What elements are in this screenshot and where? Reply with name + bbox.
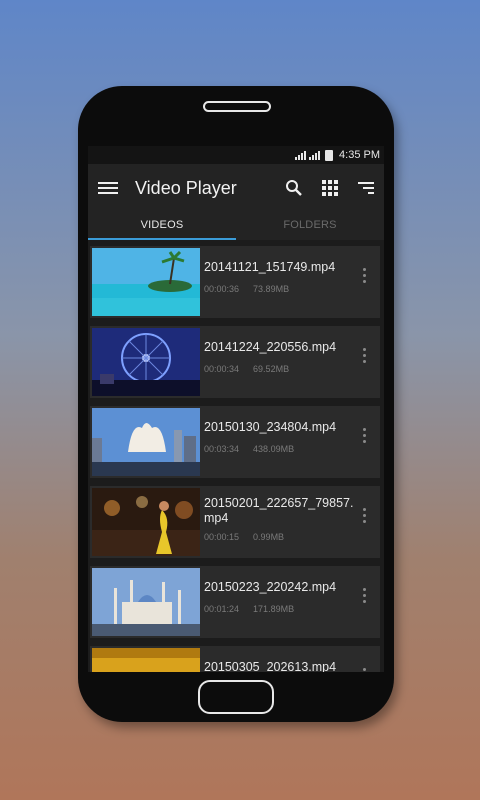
video-thumbnail [92, 568, 200, 636]
video-item[interactable]: 20141121_151749.mp4 00:00:36 73.89MB [90, 246, 380, 318]
video-size: 69.52MB [253, 364, 290, 374]
video-list: 20141121_151749.mp4 00:00:36 73.89MB 201… [88, 240, 384, 672]
menu-icon[interactable] [98, 182, 118, 194]
video-duration: 00:01:24 [204, 604, 240, 614]
video-filename: 20150223_220242.mp4 [204, 580, 337, 594]
page-title: Video Player [135, 177, 237, 198]
sort-icon[interactable] [356, 178, 376, 198]
phone-frame: 4:35 PM Video Player VIDEOS FOLDERS 2014… [78, 86, 394, 722]
video-thumbnail [92, 488, 200, 556]
phone-speaker [203, 101, 271, 112]
signal-icon [295, 150, 307, 160]
app-toolbar: Video Player [88, 164, 384, 212]
video-filename: 20150305_202613.mp4 [204, 660, 337, 672]
search-icon[interactable] [284, 178, 304, 198]
status-bar: 4:35 PM [88, 146, 384, 164]
video-duration: 00:00:34 [204, 364, 240, 374]
video-duration: 00:00:36 [204, 284, 240, 294]
video-item[interactable]: 20150223_220242.mp4 00:01:24 171.89MB [90, 566, 380, 638]
video-item[interactable]: 20150201_222657_79857.mp4 00:00:15 0.99MB [90, 486, 380, 558]
more-options-icon[interactable] [363, 428, 366, 443]
tab-folders[interactable]: FOLDERS [236, 212, 384, 240]
video-size: 171.89MB [253, 604, 295, 614]
app-screen: 4:35 PM Video Player VIDEOS FOLDERS 2014… [88, 146, 384, 672]
video-thumbnail [92, 248, 200, 316]
video-size: 73.89MB [253, 284, 290, 294]
video-filename: 20141121_151749.mp4 [204, 260, 336, 274]
tab-bar: VIDEOS FOLDERS [88, 212, 384, 240]
video-item[interactable]: 20141224_220556.mp4 00:00:34 69.52MB [90, 326, 380, 398]
video-filename: 20150130_234804.mp4 [204, 420, 337, 434]
video-size: 0.99MB [253, 532, 285, 542]
video-thumbnail [92, 328, 200, 396]
more-options-icon[interactable] [363, 668, 366, 672]
tab-videos[interactable]: VIDEOS [88, 212, 236, 240]
video-duration: 00:03:34 [204, 444, 240, 454]
video-item[interactable]: 20150130_234804.mp4 00:03:34 438.09MB [90, 406, 380, 478]
status-time: 4:35 PM [339, 149, 380, 161]
more-options-icon[interactable] [363, 268, 366, 283]
battery-icon [325, 149, 334, 161]
signal-icon-2 [309, 150, 321, 160]
video-thumbnail [92, 648, 200, 672]
more-options-icon[interactable] [363, 588, 366, 603]
video-item[interactable]: 20150305_202613.mp4 [90, 646, 380, 672]
video-size: 438.09MB [253, 444, 295, 454]
video-filename: 20141224_220556.mp4 [204, 340, 337, 354]
video-thumbnail [92, 408, 200, 476]
video-filename: 20150201_222657_79857.mp4 [204, 496, 354, 525]
video-duration: 00:00:15 [204, 532, 240, 542]
more-options-icon[interactable] [363, 508, 366, 523]
home-button[interactable] [198, 680, 274, 714]
more-options-icon[interactable] [363, 348, 366, 363]
grid-icon[interactable] [320, 178, 340, 198]
